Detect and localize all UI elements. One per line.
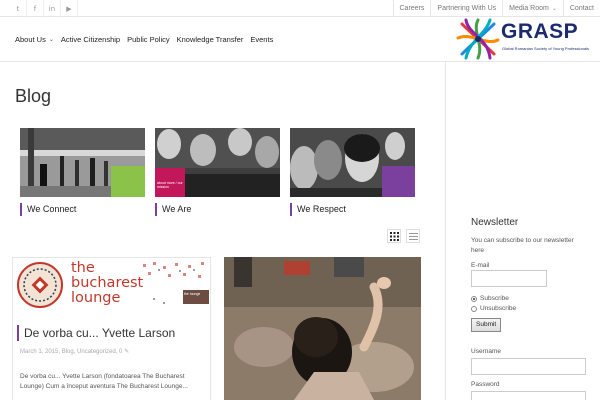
subscribe-radio[interactable] xyxy=(471,295,477,302)
post-meta: March 1, 2015, Blog, Uncategorized, 0 ✎ xyxy=(20,348,129,355)
social-links: t f in ▶ xyxy=(10,0,78,17)
tile-caption-we-connect[interactable]: We Connect xyxy=(20,203,76,216)
post-image-badge: the lounge xyxy=(184,292,201,296)
nav-item-public-policy[interactable]: Public Policy xyxy=(127,35,170,44)
twitter-icon[interactable]: t xyxy=(10,0,27,17)
featured-image xyxy=(290,128,415,197)
nav-item-active-citizenship[interactable]: Active Citizenship xyxy=(61,35,120,44)
edit-icon[interactable]: ✎ xyxy=(124,349,129,355)
email-field[interactable] xyxy=(471,270,547,287)
partnering-link-label: Partnering With Us xyxy=(437,5,497,12)
facebook-icon[interactable]: f xyxy=(27,0,44,17)
nav-item-label: Active Citizenship xyxy=(60,35,121,44)
subscribe-option[interactable]: Subscribe xyxy=(471,295,509,302)
newsletter-title: Newsletter xyxy=(471,217,519,228)
main-menu: About Us ⌄ Active Citizenship Public Poli… xyxy=(15,17,280,62)
top-utility-bar: t f in ▶ Careers Partnering With Us Medi… xyxy=(0,0,600,17)
partnering-link[interactable]: Partnering With Us xyxy=(430,0,502,17)
nav-item-label: Knowledge Transfer xyxy=(176,35,244,44)
page-title: Blog xyxy=(15,86,52,106)
newsletter-description: You can subscribe to our newsletter here xyxy=(471,237,574,254)
submit-button[interactable]: Submit xyxy=(471,318,502,332)
logo-text: GRASP xyxy=(501,20,579,43)
nav-item-about-us[interactable]: About Us ⌄ xyxy=(15,35,54,44)
password-field[interactable] xyxy=(471,391,586,400)
unsubscribe-option[interactable]: Unsubscribe xyxy=(471,305,516,312)
unsubscribe-label: Unsubscribe xyxy=(480,305,517,312)
email-label: E-mail xyxy=(471,262,490,269)
careers-link[interactable]: Careers xyxy=(392,0,431,17)
dancer-photo xyxy=(224,257,421,400)
post-image-title: the bucharest lounge xyxy=(71,260,144,306)
list-icon xyxy=(408,232,418,240)
tile-caption-we-respect[interactable]: We Respect xyxy=(290,203,346,216)
blog-post-card[interactable]: the bucharest lounge the lounge De vorba… xyxy=(12,257,211,400)
featured-tile-we-connect[interactable] xyxy=(20,128,145,197)
nav-item-events[interactable]: Events xyxy=(250,35,273,44)
grid-view-button[interactable] xyxy=(387,229,401,243)
youtube-icon[interactable]: ▶ xyxy=(61,0,78,17)
list-view-button[interactable] xyxy=(406,229,420,243)
media-room-link[interactable]: Media Room ⌄ xyxy=(502,0,563,17)
username-field[interactable] xyxy=(471,358,586,375)
username-label: Username xyxy=(471,348,501,355)
nav-item-label: Events xyxy=(250,35,274,44)
featured-image xyxy=(20,128,145,197)
logo-subtitle: Global Romanian Society of Young Profess… xyxy=(502,46,589,51)
contact-link[interactable]: Contact xyxy=(562,0,600,17)
grasp-logo[interactable]: GRASP Global Romanian Society of Young P… xyxy=(456,18,589,60)
post-meta-text: March 1, 2015, Blog, Uncategorized, 0 xyxy=(20,349,123,355)
post-excerpt: De vorba cu... Yvette Larson (fondatoare… xyxy=(20,373,188,390)
featured-tile-we-respect[interactable] xyxy=(290,128,415,197)
linkedin-icon[interactable]: in xyxy=(44,0,61,17)
password-label: Password xyxy=(471,381,500,388)
post-title-link[interactable]: De vorba cu... Yvette Larson xyxy=(17,325,175,341)
nav-item-knowledge-transfer[interactable]: Knowledge Transfer xyxy=(177,35,244,44)
tile-caption-we-are[interactable]: We Are xyxy=(155,203,191,216)
careers-link-label: Careers xyxy=(399,5,425,12)
post-featured-image[interactable]: the bucharest lounge the lounge xyxy=(13,258,210,316)
nav-item-label: About Us xyxy=(15,35,46,44)
media-room-link-label: Media Room xyxy=(509,5,549,12)
chevron-down-icon: ⌄ xyxy=(551,6,557,12)
top-links: Careers Partnering With Us Media Room ⌄ C… xyxy=(392,0,600,17)
nav-item-label: Public Policy xyxy=(127,35,170,44)
unsubscribe-radio[interactable] xyxy=(471,305,477,312)
logo-mark-icon xyxy=(456,18,500,60)
chevron-down-icon: ⌄ xyxy=(48,37,54,43)
grid-icon xyxy=(389,231,399,241)
photo-post-image[interactable] xyxy=(224,257,421,400)
sidebar-divider xyxy=(445,62,446,400)
tile-overlay-text: about more / our mission xyxy=(157,181,183,189)
contact-link-label: Contact xyxy=(569,5,594,12)
subscribe-label: Subscribe xyxy=(480,295,509,302)
